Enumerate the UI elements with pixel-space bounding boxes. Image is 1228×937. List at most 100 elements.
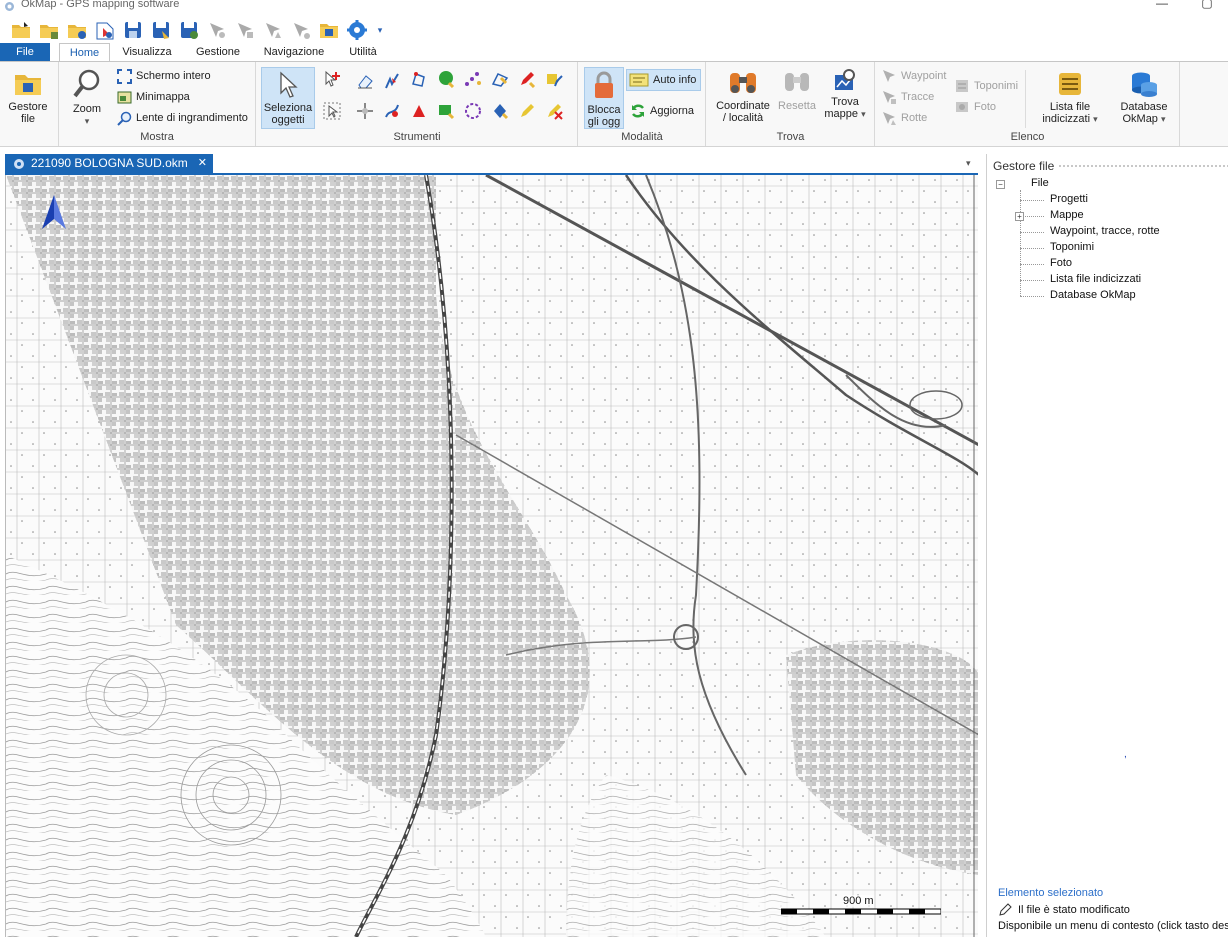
save-as-icon[interactable] [150,19,172,41]
toponimi-list-button[interactable]: Toponimi [954,77,1018,95]
folder-icon[interactable] [318,19,340,41]
delete-object-icon[interactable] [545,102,563,120]
tree-connector [1020,232,1044,233]
tree-item-database-okmap[interactable]: Database OkMap [1050,289,1136,301]
ribbon: Gestore file Zoom ▾ Schermo intero Minim… [0,61,1228,147]
quick-access-dropdown[interactable]: ▾ [374,19,386,41]
selected-element-title: Elemento selezionato [998,887,1104,899]
move-point-icon[interactable] [356,102,374,120]
gestore-file-label-2: file [20,113,36,125]
select-area-icon[interactable] [323,102,341,120]
document-tab[interactable]: 221090 BOLOGNA SUD.okm ✕ [5,154,213,173]
blue-marker-icon[interactable] [491,102,509,120]
lista-file-indicizzati-button[interactable]: Lista file indicizzati ▾ [1036,70,1104,125]
coordinate-label-2: / località [722,112,764,124]
schermo-intero-label: Schermo intero [136,70,211,82]
rotte-label: Rotte [901,112,928,124]
save-gps-icon[interactable] [178,19,200,41]
green-marker-icon[interactable] [437,70,455,88]
document-list-dropdown[interactable]: ▾ [966,158,971,169]
tree-item-file[interactable]: File [1031,177,1049,189]
yellow-pencil-icon[interactable] [518,102,536,120]
cursor-mark: , [1124,749,1127,760]
tracce-list-button[interactable]: Tracce [881,88,934,106]
dotted-circle-icon[interactable] [464,102,482,120]
map-file-icon [14,158,24,169]
eraser-icon[interactable] [356,72,374,90]
open-waypoint-icon[interactable] [94,19,116,41]
tree-mappe-expander[interactable]: + [1015,212,1024,221]
track-tool-icon[interactable] [234,19,256,41]
tab-navigazione[interactable]: Navigazione [258,43,330,61]
minimap-icon [117,91,132,103]
zoom-button[interactable]: Zoom ▾ [65,68,109,127]
tab-home[interactable]: Home [59,43,110,62]
waypoint-tool-icon[interactable] [206,19,228,41]
add-point-icon[interactable] [410,102,428,120]
minimize-button[interactable]: — [1152,0,1172,10]
info-card-icon [629,73,649,87]
aggiorna-button[interactable]: Aggiorna [630,102,694,120]
open-folder-icon[interactable] [10,19,32,41]
blocca-label-2: gli ogg [587,116,621,128]
label-pencil-icon[interactable] [545,70,563,88]
draw-track-icon[interactable] [383,102,401,120]
blocca-oggetti-button[interactable]: Blocca gli ogg [584,67,624,129]
dotted-line-icon[interactable] [464,70,482,88]
export-tool-icon[interactable] [290,19,312,41]
aggiorna-label: Aggiorna [650,105,695,117]
route-tool-icon[interactable] [262,19,284,41]
group-trova: Coordinate / località Resetta Trova mapp… [707,62,875,146]
trova-mappe-button[interactable]: Trova mappe ▾ [823,69,867,120]
tree-item-mappe[interactable]: Mappe [1050,209,1084,221]
title-bar: OkMap - GPS mapping software — ▢ [0,0,1228,14]
seleziona-oggetti-button[interactable]: Seleziona oggetti [261,67,315,129]
topographic-map[interactable] [6,175,978,937]
foto-list-button[interactable]: Foto [954,98,996,116]
maximize-button[interactable]: ▢ [1197,0,1217,10]
tab-visualizza[interactable]: Visualizza [116,43,178,61]
tree-item-foto[interactable]: Foto [1050,257,1072,269]
gestore-file-button[interactable]: Gestore file [4,70,52,125]
toponimi-label: Toponimi [974,80,1019,92]
save-icon[interactable] [122,19,144,41]
waypoint-list-button[interactable]: Waypoint [881,67,946,85]
map-view[interactable]: 900 m [5,175,978,937]
select-add-icon[interactable] [323,70,341,88]
coordinate-localita-button[interactable]: Coordinate / località [711,69,775,124]
tree-root-expander[interactable]: − [996,180,1005,189]
green-area-icon[interactable] [437,102,455,120]
cursor-arrow-icon [280,71,298,98]
close-tab-button[interactable]: ✕ [198,154,207,173]
tab-gestione[interactable]: Gestione [189,43,247,61]
tab-utilita[interactable]: Utilità [340,43,386,61]
lens-icon [117,111,132,126]
settings-gear-icon[interactable] [346,19,368,41]
waypoint-list-icon [883,70,895,82]
lente-ingrandimento-button[interactable]: Lente di ingrandimento [117,109,248,127]
open-gps-icon[interactable] [66,19,88,41]
schermo-intero-button[interactable]: Schermo intero [117,67,211,85]
database-okmap-button[interactable]: Database OkMap ▾ [1112,70,1176,125]
draw-waypoint-icon[interactable] [383,72,401,90]
seleziona-label-2: oggetti [271,114,305,126]
tab-file[interactable]: File [0,43,50,61]
quick-access-toolbar: ▾ [10,18,386,42]
tree-item-lista-file-indicizzati[interactable]: Lista file indicizzati [1050,273,1141,285]
group-modalita: Blocca gli ogg Auto info Aggiorna Modali… [579,62,706,146]
folder-icon [15,75,41,95]
panel-title-grip[interactable] [1059,165,1228,168]
edit-polygon-icon[interactable] [410,70,428,88]
resetta-button[interactable]: Resetta [775,69,819,112]
tree-item-progetti[interactable]: Progetti [1050,193,1088,205]
indexed-list-icon [1059,73,1081,95]
tree-item-waypoint-tracce-rotte[interactable]: Waypoint, tracce, rotte [1050,225,1160,237]
red-pencil-icon[interactable] [518,70,536,88]
rotte-list-button[interactable]: Rotte [881,109,927,127]
auto-info-button[interactable]: Auto info [626,69,701,91]
open-map-icon[interactable] [38,19,60,41]
panel-title: Gestore file [993,159,1055,173]
tree-item-toponimi[interactable]: Toponimi [1050,241,1094,253]
minimappa-button[interactable]: Minimappa [117,88,190,106]
measure-area-icon[interactable] [491,70,509,88]
